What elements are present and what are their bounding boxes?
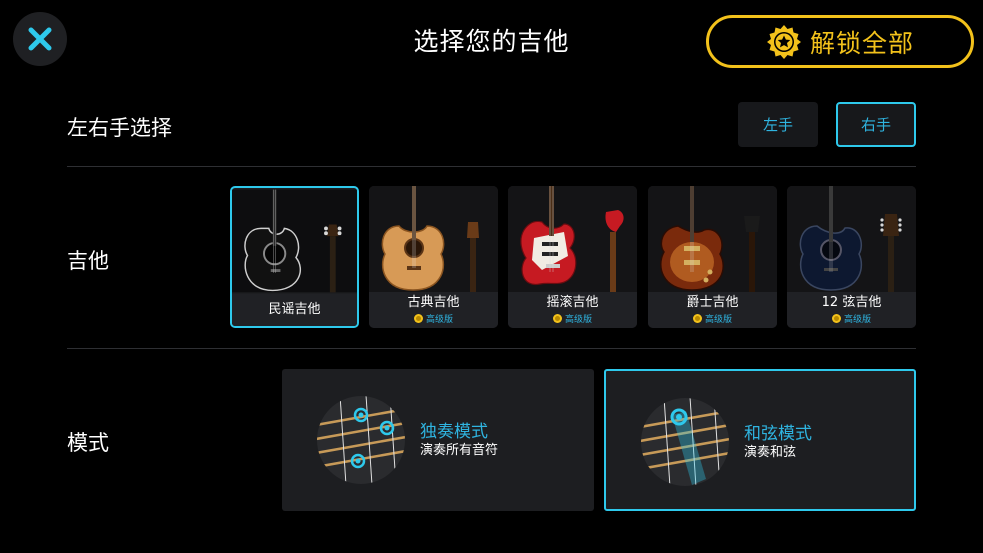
coin-icon	[413, 314, 423, 323]
guitar-label: 吉他	[67, 249, 109, 273]
star-badge-icon	[766, 24, 801, 59]
handedness-label: 左右手选择	[67, 116, 172, 140]
guitar-caption: 摇滚吉他 高级版	[508, 292, 637, 328]
guitar-card-12-string[interactable]: 12 弦吉他 高级版	[787, 186, 916, 328]
left-hand-button[interactable]: 左手	[738, 102, 818, 147]
twelve-string-guitar-image	[787, 186, 916, 292]
right-hand-button[interactable]: 右手	[836, 102, 916, 147]
guitar-name: 12 弦吉他	[821, 295, 882, 310]
premium-tag: 高级版	[692, 312, 732, 325]
jazz-guitar-image	[648, 186, 777, 292]
right-hand-label: 右手	[860, 116, 891, 134]
divider	[67, 166, 916, 167]
premium-label: 高级版	[564, 315, 592, 325]
guitar-caption: 民谣吉他	[232, 294, 357, 326]
solo-mode-subtitle: 演奏所有音符	[420, 443, 499, 458]
unlock-all-label: 解锁全部	[809, 28, 914, 58]
guitar-caption: 爵士吉他 高级版	[648, 292, 777, 328]
guitar-name: 爵士吉他	[686, 295, 739, 310]
guitar-caption: 古典吉他 高级版	[369, 292, 498, 328]
premium-tag: 高级版	[831, 312, 871, 325]
premium-label: 高级版	[704, 315, 732, 325]
guitar-name: 古典吉他	[407, 295, 460, 310]
rock-guitar-image	[508, 186, 637, 292]
premium-label: 高级版	[843, 315, 871, 325]
guitar-name: 民谣吉他	[268, 302, 321, 317]
mode-label: 模式	[67, 431, 109, 455]
chord-mode-card[interactable]: 和弦模式 演奏和弦	[604, 369, 916, 511]
guitar-name: 摇滚吉他	[546, 295, 599, 310]
divider	[67, 348, 916, 349]
premium-label: 高级版	[425, 315, 453, 325]
unlock-all-button[interactable]: 解锁全部	[706, 15, 974, 68]
coin-icon	[831, 314, 841, 323]
premium-tag: 高级版	[413, 312, 453, 325]
folk-guitar-image	[232, 189, 357, 293]
classical-guitar-image	[369, 186, 498, 292]
guitar-caption: 12 弦吉他 高级版	[787, 292, 916, 328]
guitar-card-jazz[interactable]: 爵士吉他 高级版	[648, 186, 777, 328]
premium-tag: 高级版	[552, 312, 592, 325]
coin-icon	[692, 314, 702, 323]
solo-mode-card[interactable]: 独奏模式 演奏所有音符	[282, 369, 594, 511]
chord-mode-subtitle: 演奏和弦	[744, 445, 797, 460]
left-hand-label: 左手	[762, 116, 793, 134]
guitar-card-rock[interactable]: 摇滚吉他 高级版	[508, 186, 637, 328]
coin-icon	[552, 314, 562, 323]
guitar-card-folk[interactable]: 民谣吉他	[230, 186, 359, 328]
solo-mode-icon	[317, 396, 405, 484]
chord-mode-icon	[641, 398, 729, 486]
guitar-card-classical[interactable]: 古典吉他 高级版	[369, 186, 498, 328]
